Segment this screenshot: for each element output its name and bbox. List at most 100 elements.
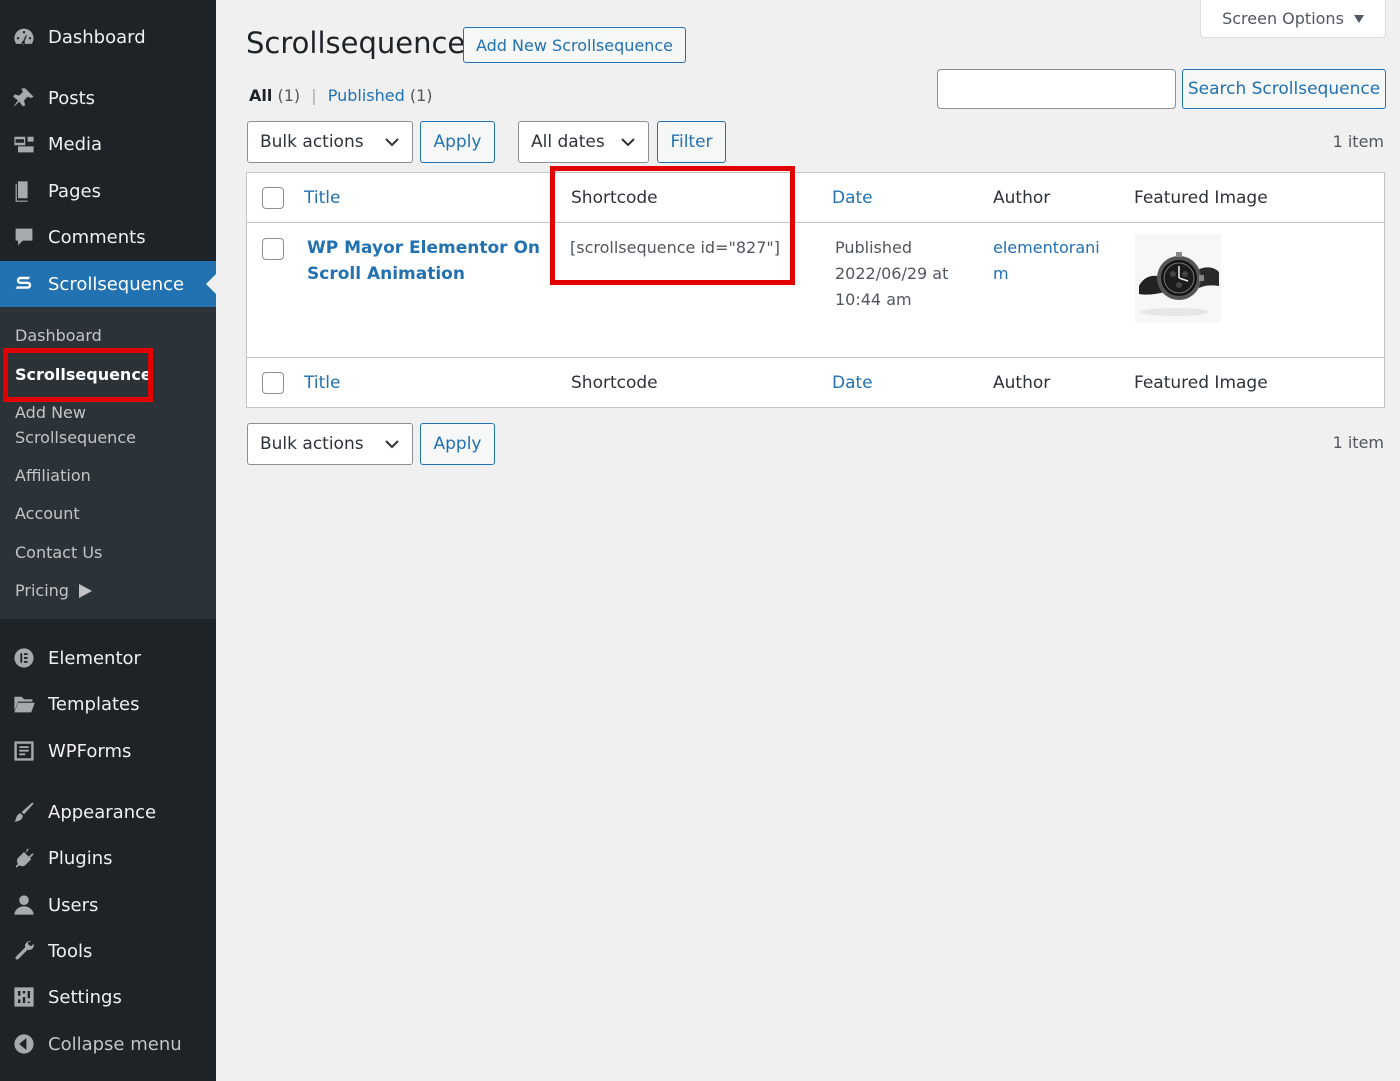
submenu-account[interactable]: Account bbox=[15, 501, 80, 526]
arrow-right-icon bbox=[78, 583, 92, 598]
menu-label: Dashboard bbox=[48, 26, 146, 48]
folder-icon bbox=[0, 692, 48, 716]
menu-label: Comments bbox=[48, 226, 146, 248]
menu-item-collapse[interactable]: Collapse menu bbox=[0, 1021, 216, 1067]
collapse-icon bbox=[0, 1032, 48, 1056]
status-filter-links: All (1) | Published (1) bbox=[249, 86, 433, 105]
menu-item-media[interactable]: Media bbox=[0, 121, 216, 167]
menu-label: Collapse menu bbox=[48, 1033, 182, 1055]
submenu-pricing-label: Pricing bbox=[15, 581, 69, 600]
media-icon bbox=[0, 132, 48, 156]
settings-icon bbox=[0, 985, 48, 1009]
items-count-top: 1 item bbox=[1332, 132, 1384, 151]
caret-down-icon bbox=[1353, 14, 1364, 23]
brush-icon bbox=[0, 800, 48, 824]
row-title-line1: WP Mayor Elementor On bbox=[307, 238, 541, 258]
row-author-line1: elementorani bbox=[993, 238, 1100, 257]
chevron-down-icon bbox=[385, 138, 399, 147]
table-footer: Title Shortcode Date Author Featured Ima… bbox=[247, 357, 1384, 407]
column-author: Author bbox=[993, 188, 1051, 208]
menu-label: Plugins bbox=[48, 847, 113, 869]
filter-button[interactable]: Filter bbox=[657, 121, 726, 163]
menu-item-users[interactable]: Users bbox=[0, 882, 216, 928]
add-new-button[interactable]: Add New Scrollsequence bbox=[463, 27, 686, 63]
menu-label: Pages bbox=[48, 180, 101, 202]
filter-published[interactable]: Published bbox=[328, 86, 405, 105]
column-featured-image: Featured Image bbox=[1134, 188, 1268, 208]
page-title: Scrollsequence bbox=[246, 26, 466, 60]
row-author-link[interactable]: elementorani m bbox=[993, 235, 1100, 287]
column-title[interactable]: Title bbox=[304, 188, 340, 208]
select-all-checkbox[interactable] bbox=[262, 187, 284, 209]
menu-label: Posts bbox=[48, 87, 96, 109]
users-icon bbox=[0, 893, 48, 917]
menu-label: Elementor bbox=[48, 647, 141, 669]
column-date-footer[interactable]: Date bbox=[832, 373, 873, 393]
chevron-down-icon bbox=[621, 138, 635, 147]
column-date[interactable]: Date bbox=[832, 188, 873, 208]
menu-item-plugins[interactable]: Plugins bbox=[0, 835, 216, 881]
menu-item-posts[interactable]: Posts bbox=[0, 75, 216, 121]
column-shortcode-footer: Shortcode bbox=[571, 373, 658, 393]
dates-label: All dates bbox=[531, 132, 605, 152]
menu-item-comments[interactable]: Comments bbox=[0, 214, 216, 260]
menu-item-wpforms[interactable]: WPForms bbox=[0, 728, 216, 774]
highlight-box-shortcode bbox=[550, 166, 795, 285]
menu-item-elementor[interactable]: Elementor bbox=[0, 635, 216, 681]
menu-item-scrollsequence[interactable]: Scrollsequence bbox=[0, 261, 216, 307]
items-count-bottom: 1 item bbox=[1332, 433, 1384, 452]
menu-label: Users bbox=[48, 894, 99, 916]
bulk-actions-select[interactable]: Bulk actions bbox=[247, 121, 413, 163]
submenu-pricing[interactable]: Pricing bbox=[15, 578, 92, 603]
filter-published-count: (1) bbox=[409, 86, 433, 105]
search-input[interactable] bbox=[937, 69, 1176, 109]
wrench-icon bbox=[0, 939, 48, 963]
menu-item-templates[interactable]: Templates bbox=[0, 681, 216, 727]
menu-label: Templates bbox=[48, 693, 140, 715]
menu-label: Tools bbox=[48, 940, 93, 962]
pages-icon bbox=[0, 179, 48, 203]
highlight-box-submenu bbox=[3, 348, 153, 402]
search-button[interactable]: Search Scrollsequence bbox=[1182, 69, 1386, 109]
row-date-status: Published bbox=[835, 238, 913, 257]
menu-label: WPForms bbox=[48, 740, 132, 762]
filter-all[interactable]: All bbox=[249, 86, 272, 105]
plugin-icon bbox=[0, 846, 48, 870]
menu-label: Settings bbox=[48, 986, 122, 1008]
row-author-line2: m bbox=[993, 264, 1009, 283]
row-date-line1: 2022/06/29 at bbox=[835, 264, 949, 283]
elementor-icon bbox=[0, 646, 48, 670]
dashboard-icon bbox=[0, 25, 48, 49]
apply-button-top[interactable]: Apply bbox=[420, 121, 495, 163]
submenu-add-new-line1: Add New bbox=[15, 403, 86, 422]
menu-item-appearance[interactable]: Appearance bbox=[0, 789, 216, 835]
screen-options-button[interactable]: Screen Options bbox=[1200, 0, 1386, 38]
submenu-contact-us[interactable]: Contact Us bbox=[15, 540, 102, 565]
admin-sidebar: Dashboard Posts Media Pages Comments Scr… bbox=[0, 0, 216, 1081]
watch-image bbox=[1135, 234, 1221, 322]
scrollsequence-icon bbox=[0, 272, 48, 296]
column-featured-image-footer: Featured Image bbox=[1134, 373, 1268, 393]
menu-item-settings[interactable]: Settings bbox=[0, 974, 216, 1020]
row-title-link[interactable]: WP Mayor Elementor On Scroll Animation bbox=[307, 235, 540, 287]
bulk-actions-select-bottom[interactable]: Bulk actions bbox=[247, 423, 413, 465]
row-date: Published 2022/06/29 at 10:44 am bbox=[835, 235, 948, 313]
row-checkbox[interactable] bbox=[262, 238, 284, 260]
dates-select[interactable]: All dates bbox=[518, 121, 649, 163]
filter-all-count: (1) bbox=[277, 86, 301, 105]
menu-label: Appearance bbox=[48, 801, 157, 823]
select-all-checkbox-bottom[interactable] bbox=[262, 372, 284, 394]
table-header: Title Shortcode Date Author Featured Ima… bbox=[247, 173, 1384, 223]
submenu-add-new[interactable]: Add New Scrollsequence bbox=[15, 400, 136, 450]
submenu-affiliation[interactable]: Affiliation bbox=[15, 463, 91, 488]
comment-icon bbox=[0, 225, 48, 249]
featured-image-thumbnail[interactable] bbox=[1135, 234, 1221, 322]
menu-item-pages[interactable]: Pages bbox=[0, 168, 216, 214]
active-indicator bbox=[206, 274, 216, 294]
apply-button-bottom[interactable]: Apply bbox=[420, 423, 495, 465]
filter-separator: | bbox=[311, 86, 317, 105]
menu-item-dashboard[interactable]: Dashboard bbox=[0, 14, 216, 60]
submenu-dashboard[interactable]: Dashboard bbox=[15, 323, 102, 348]
column-title-footer[interactable]: Title bbox=[304, 373, 340, 393]
menu-item-tools[interactable]: Tools bbox=[0, 928, 216, 974]
